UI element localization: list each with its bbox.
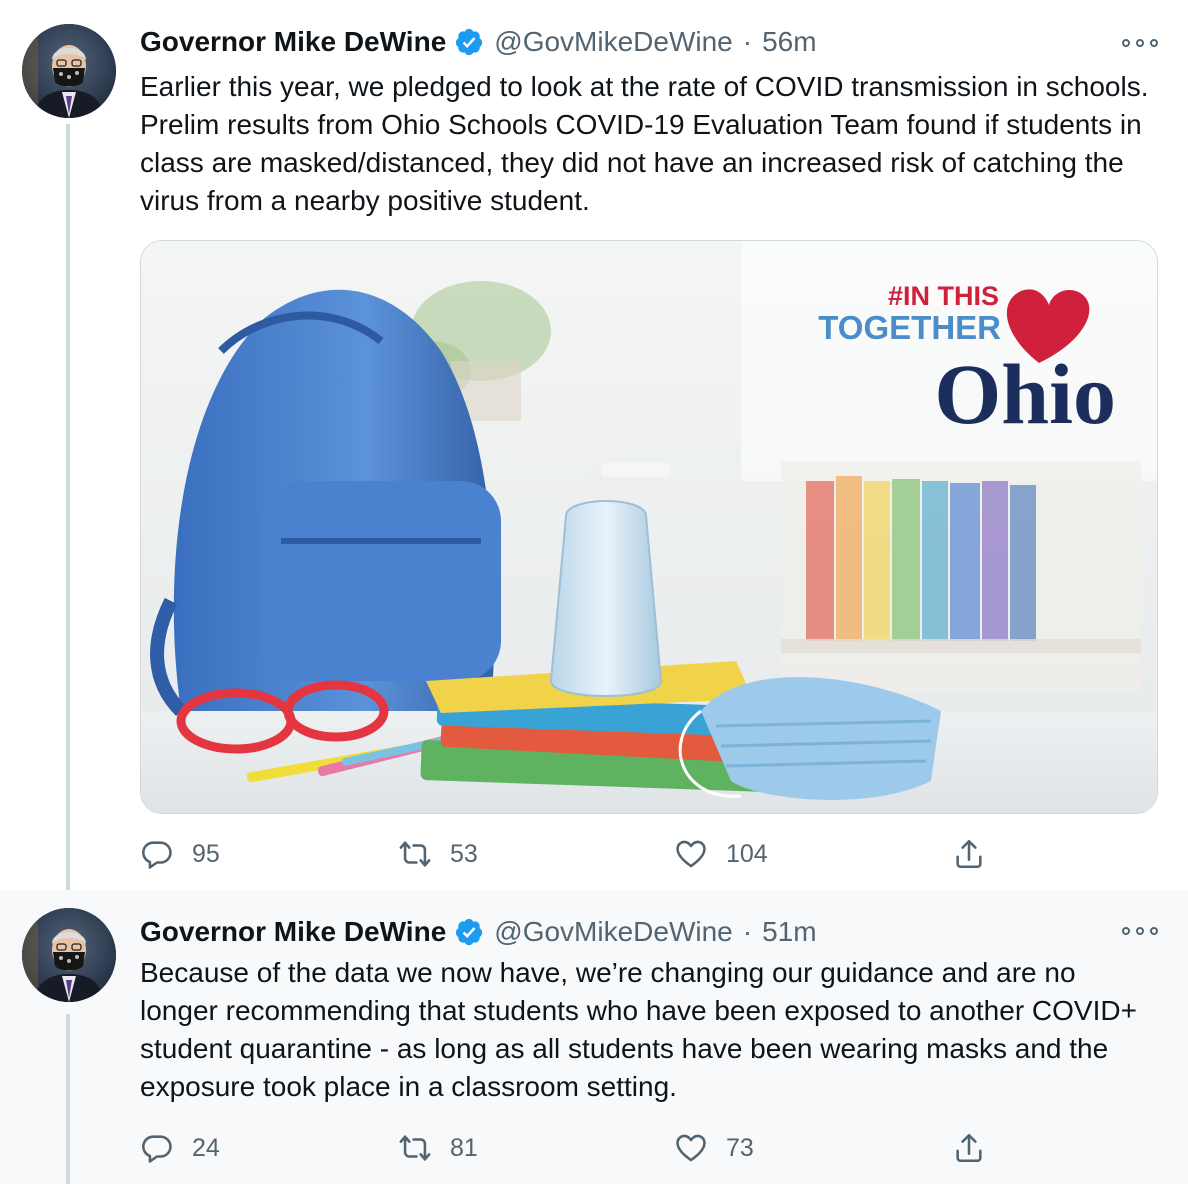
more-icon[interactable] — [1122, 36, 1158, 50]
retweet-count: 81 — [450, 1133, 478, 1162]
retweet-button[interactable]: 53 — [398, 834, 478, 874]
like-count: 73 — [726, 1133, 754, 1162]
verified-badge-icon — [456, 28, 483, 56]
author-name[interactable]: Governor Mike DeWine — [140, 916, 446, 948]
retweet-icon — [399, 1135, 431, 1161]
author-handle[interactable]: @GovMikeDeWine — [494, 26, 732, 58]
share-button[interactable] — [952, 834, 1004, 874]
tweet-header: Governor Mike DeWine @GovMikeDeWine · 56… — [140, 22, 817, 62]
like-count: 104 — [726, 839, 768, 868]
like-button[interactable]: 73 — [674, 1128, 754, 1168]
share-icon — [956, 1133, 982, 1163]
verified-badge-icon — [456, 918, 483, 946]
tweet-actions: 95 53 104 — [140, 834, 1000, 874]
tweet-text: Because of the data we now have, we’re c… — [140, 957, 1137, 1102]
reply-button[interactable]: 95 — [140, 834, 220, 874]
author-name[interactable]: Governor Mike DeWine — [140, 26, 446, 58]
reply-button[interactable]: 24 — [140, 1128, 220, 1168]
author-handle[interactable]: @GovMikeDeWine — [494, 916, 732, 948]
logo-together: TOGETHER — [818, 309, 1001, 346]
thread-line — [66, 1014, 70, 1184]
avatar[interactable] — [22, 908, 116, 1002]
separator: · — [742, 26, 753, 57]
reply-count: 95 — [192, 839, 220, 868]
avatar[interactable] — [22, 24, 116, 118]
reply-icon — [142, 1135, 172, 1163]
reply-icon — [142, 841, 172, 869]
retweet-icon — [399, 841, 431, 867]
like-icon — [676, 1134, 706, 1162]
tweet[interactable]: Governor Mike DeWine @GovMikeDeWine · 56… — [0, 0, 1188, 890]
timestamp[interactable]: 56m — [762, 26, 816, 58]
logo-ohio: Ohio — [934, 346, 1116, 442]
timestamp[interactable]: 51m — [762, 916, 816, 948]
share-button[interactable] — [952, 1128, 1004, 1168]
tweet-header: Governor Mike DeWine @GovMikeDeWine · 51… — [140, 912, 817, 952]
retweet-button[interactable]: 81 — [398, 1128, 478, 1168]
thread-line — [66, 124, 70, 890]
tweet-image[interactable]: #IN THIS TOGETHER Ohio — [140, 240, 1158, 814]
share-icon — [956, 839, 982, 869]
tweet-text: Earlier this year, we pledged to look at… — [140, 71, 1149, 216]
retweet-count: 53 — [450, 839, 478, 868]
separator: · — [742, 916, 753, 947]
more-icon[interactable] — [1122, 924, 1158, 938]
tweet-actions: 24 81 73 — [140, 1128, 1000, 1168]
tweet[interactable]: Governor Mike DeWine @GovMikeDeWine · 51… — [0, 890, 1188, 1184]
reply-count: 24 — [192, 1133, 220, 1162]
like-button[interactable]: 104 — [674, 834, 768, 874]
like-icon — [676, 840, 706, 868]
logo-hashtag: #IN THIS — [888, 281, 999, 311]
